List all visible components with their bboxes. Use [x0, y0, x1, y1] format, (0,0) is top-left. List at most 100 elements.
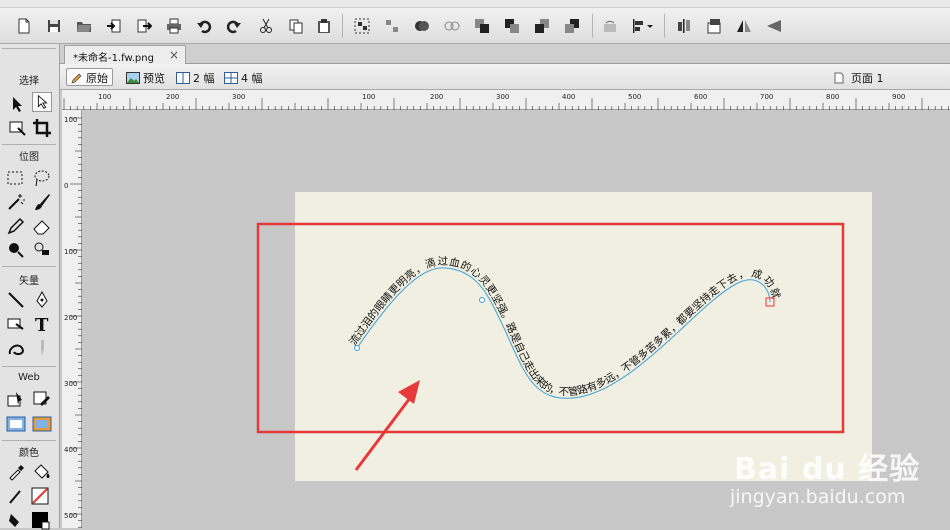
join-icon[interactable] [414, 18, 430, 34]
tab-close-icon[interactable]: × [169, 48, 179, 62]
send-backward-icon[interactable] [534, 18, 550, 34]
section-divider [2, 144, 56, 145]
rubber-stamp-tool-icon[interactable] [32, 240, 52, 260]
redo-icon[interactable] [226, 18, 242, 34]
colors-section-header: 颜色 [19, 448, 39, 459]
tools-panel: 选择 位图 矢量 T Web 颜色 [0, 44, 60, 530]
open-folder-icon[interactable] [76, 18, 92, 34]
h-ruler-label: 800 [826, 93, 840, 101]
stroke-swatch[interactable] [30, 486, 50, 506]
new-file-icon[interactable] [16, 18, 32, 34]
distort-icon[interactable] [766, 18, 782, 34]
rectangle-tool-icon[interactable] [6, 314, 26, 334]
view-original-button[interactable]: 原始 [66, 68, 113, 86]
bring-to-front-icon[interactable] [474, 18, 490, 34]
h-ruler-label: 200 [166, 93, 180, 101]
subselect-tool-icon[interactable] [32, 92, 52, 112]
panel-grip [2, 48, 56, 49]
scale-tool-icon[interactable] [8, 118, 28, 138]
page-label: 页面 1 [851, 72, 884, 85]
freeform-tool-icon[interactable] [6, 338, 26, 358]
h-ruler-label: 700 [760, 93, 774, 101]
page-selector[interactable]: 页面 1 [830, 68, 888, 86]
slice-tool-icon[interactable] [32, 390, 52, 410]
marquee-tool-icon[interactable] [6, 168, 26, 188]
toolbar-separator [664, 14, 665, 38]
text-tool-icon[interactable]: T [32, 314, 52, 334]
h-ruler-label: 300 [496, 93, 510, 101]
copy-icon[interactable] [288, 18, 304, 34]
section-divider [2, 366, 56, 367]
section-divider [2, 440, 56, 441]
stroke-color-icon[interactable] [6, 486, 26, 506]
preview-icon [126, 72, 140, 84]
view-4up-button[interactable]: 4 幅 [220, 68, 267, 86]
document-tab[interactable]: *未命名-1.fw.png × [64, 45, 186, 64]
scale-icon[interactable] [706, 18, 722, 34]
save-icon[interactable] [46, 18, 62, 34]
view-original-label: 原始 [86, 72, 108, 85]
h-ruler-label: 500 [628, 93, 642, 101]
eyedropper-tool-icon[interactable] [6, 462, 26, 482]
flip-horizontal-icon[interactable] [736, 18, 752, 34]
hide-slices-icon[interactable] [6, 414, 26, 434]
h-ruler-label: 200 [430, 93, 444, 101]
vector-section-header: 矢量 [19, 276, 39, 287]
paint-bucket-tool-icon[interactable] [32, 462, 52, 482]
v-ruler-label: 100 [64, 248, 78, 256]
main-toolbar [0, 8, 950, 44]
h-ruler-label: 300 [232, 93, 246, 101]
flip-icon[interactable] [676, 18, 692, 34]
v-ruler-label: 500 [64, 512, 78, 520]
document-tab-title: *未命名-1.fw.png [73, 53, 154, 64]
pen-tool-icon[interactable] [32, 290, 52, 310]
view-bar: 原始 预览 2 幅 4 幅 页面 1 [60, 64, 950, 90]
pencil-tool-icon[interactable] [6, 216, 26, 236]
web-section-header: Web [18, 372, 40, 383]
magic-wand-tool-icon[interactable] [6, 192, 26, 212]
line-tool-icon[interactable] [6, 290, 26, 310]
show-slices-icon[interactable] [32, 414, 52, 434]
knife-tool-icon[interactable] [32, 338, 52, 358]
import-icon[interactable] [106, 18, 122, 34]
cut-icon[interactable] [258, 18, 274, 34]
page-icon [834, 72, 844, 84]
hotspot-tool-icon[interactable] [6, 390, 26, 410]
v-ruler-label: 100 [64, 116, 78, 124]
rotate-icon[interactable] [602, 18, 618, 34]
section-divider [2, 266, 56, 267]
h-ruler-label: 600 [694, 93, 708, 101]
fill-swatch[interactable] [30, 510, 50, 530]
lasso-tool-icon[interactable] [32, 168, 52, 188]
align-icon[interactable] [632, 18, 654, 34]
paste-icon[interactable] [316, 18, 332, 34]
crop-tool-icon[interactable] [32, 118, 52, 138]
ungroup-icon[interactable] [384, 18, 400, 34]
svg-text:T: T [35, 315, 49, 334]
view-preview-button[interactable]: 预览 [122, 68, 169, 86]
bitmap-section-header: 位图 [19, 152, 39, 163]
group-icon[interactable] [354, 18, 370, 34]
v-ruler-label: 0 [64, 182, 69, 190]
v-ruler-label: 200 [64, 314, 78, 322]
send-to-back-icon[interactable] [564, 18, 580, 34]
export-icon[interactable] [136, 18, 152, 34]
h-ruler-label: 100 [98, 93, 112, 101]
h-ruler-label: 400 [562, 93, 576, 101]
vertical-ruler: 100 0 100 200 300 400 500 [62, 110, 82, 528]
toolbar-separator [592, 14, 593, 38]
split-icon[interactable] [444, 18, 460, 34]
toolbar-separator [342, 14, 343, 38]
document-canvas[interactable] [295, 192, 872, 481]
pointer-tool-icon[interactable] [8, 94, 28, 114]
v-ruler-label: 400 [64, 446, 78, 454]
view-2up-label: 2 幅 [193, 72, 215, 85]
eraser-tool-icon[interactable] [32, 216, 52, 236]
view-2up-button[interactable]: 2 幅 [172, 68, 219, 86]
fill-color-icon[interactable] [6, 510, 26, 530]
bring-forward-icon[interactable] [504, 18, 520, 34]
brush-tool-icon[interactable] [32, 192, 52, 212]
print-icon[interactable] [166, 18, 182, 34]
blur-tool-icon[interactable] [6, 240, 26, 260]
undo-icon[interactable] [196, 18, 212, 34]
